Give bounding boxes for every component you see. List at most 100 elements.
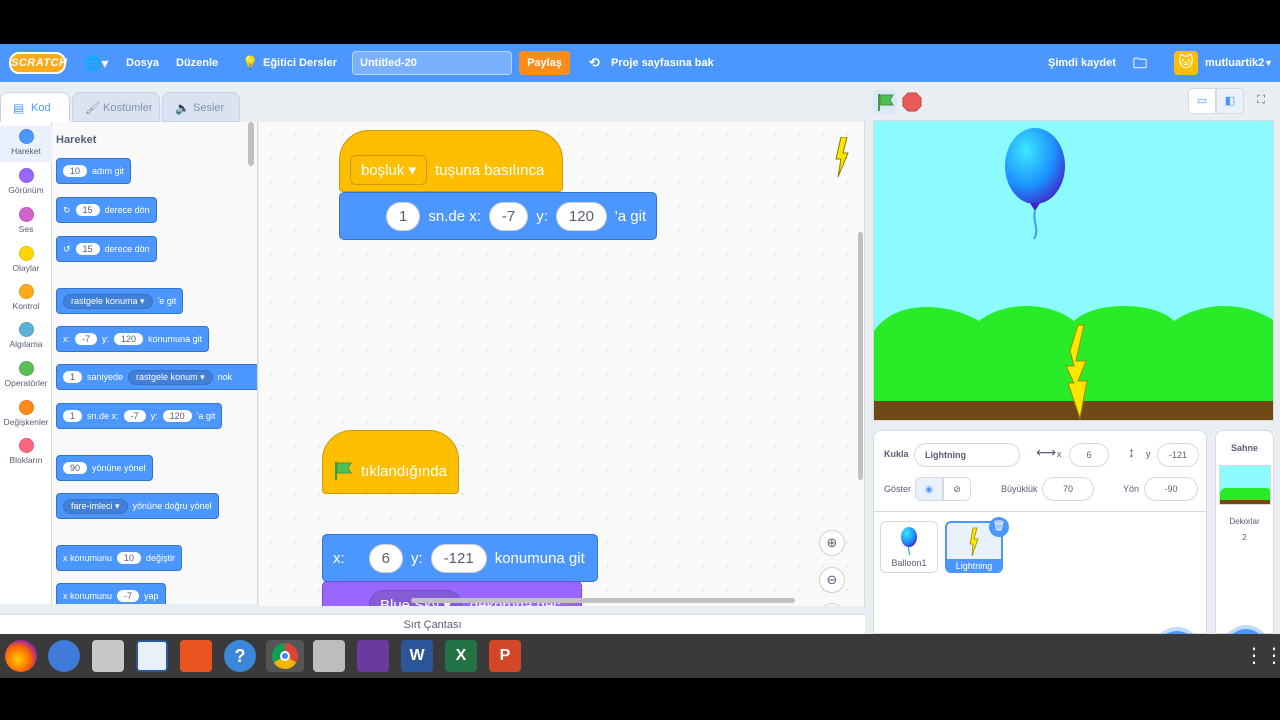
x-input[interactable]: -7 [117, 590, 140, 602]
chrome-taskbar-item[interactable] [266, 640, 304, 672]
y-input[interactable]: 120 [162, 410, 192, 422]
point-towards-dropdown[interactable]: fare-imleci ▾ [63, 498, 128, 514]
direction-input[interactable]: 90 [63, 462, 88, 474]
y-input[interactable]: -121 [430, 543, 487, 573]
zoom-in-button[interactable]: ⊕ [819, 530, 845, 556]
x-input[interactable]: 6 [368, 543, 404, 573]
zoom-out-button[interactable]: ⊖ [819, 567, 845, 593]
x-input[interactable]: -7 [75, 333, 98, 345]
degrees-input[interactable]: 15 [75, 243, 100, 255]
tab-code[interactable]: ▤ Kod [0, 92, 70, 122]
tutorials-menu[interactable]: Eğitici Dersler [263, 44, 337, 82]
edit-menu[interactable]: Düzenle [176, 44, 218, 82]
block-text: konumuna git [494, 549, 585, 567]
script-workspace[interactable]: boşluk ▾ tuşuna basılınca 1 sn.de x: -7 … [259, 122, 865, 606]
when-key-pressed-block[interactable]: boşluk ▾ tuşuna basılınca [339, 130, 563, 192]
direction-input[interactable]: -90 [1144, 477, 1198, 501]
language-globe-icon[interactable]: 🌐▾ [84, 44, 108, 82]
turn-left-block[interactable]: ↺ 15 derece dön [56, 236, 157, 262]
steps-input[interactable]: 10 [63, 165, 88, 177]
category-operators[interactable]: Operatörler [0, 361, 52, 388]
y-input[interactable]: 120 [555, 201, 607, 231]
x-input[interactable]: -7 [488, 201, 529, 231]
y-input[interactable]: 120 [114, 333, 144, 345]
key-dropdown[interactable]: boşluk ▾ [350, 155, 428, 185]
my-stuff-folder-icon[interactable]: 🗀 [1133, 44, 1147, 82]
software-center-icon[interactable] [180, 640, 212, 672]
go-to-block[interactable]: rastgele konuma ▾ 'e git [56, 288, 184, 314]
category-my-blocks[interactable]: Blokların [0, 438, 52, 465]
share-button[interactable]: Paylaş [519, 51, 570, 75]
backpack[interactable]: Sırt Çantası [0, 614, 865, 634]
zoom-reset-button[interactable]: = [819, 603, 845, 606]
word-icon[interactable]: W [401, 640, 433, 672]
category-events[interactable]: Olaylar [0, 246, 52, 273]
category-sensing[interactable]: Algılama [0, 322, 52, 349]
firefox-icon[interactable] [5, 640, 37, 672]
size-input[interactable]: 70 [1042, 477, 1094, 501]
x-input[interactable]: -7 [123, 410, 146, 422]
point-towards-block[interactable]: fare-imleci ▾ yönüne doğru yönel [56, 493, 219, 519]
category-looks[interactable]: Görünüm [0, 168, 52, 195]
glide-xy-block[interactable]: 1 sn.de x: -7 y: 120 'a git [56, 403, 223, 429]
tab-costumes[interactable]: 🖌 Kostümler [72, 92, 160, 122]
set-x-block[interactable]: x konumunu -7 yap [56, 583, 166, 604]
account-chevron-down-icon[interactable]: ▼ [1264, 44, 1273, 82]
go-to-target-dropdown[interactable]: rastgele konuma ▾ [63, 293, 153, 309]
glide-xy-block[interactable]: 1 sn.de x: -7 y: 120 'a git [339, 192, 657, 240]
project-title-input[interactable]: Untitled-20 [352, 51, 512, 75]
file-menu[interactable]: Dosya [126, 44, 159, 82]
backdrop-thumbnail[interactable] [1218, 465, 1271, 505]
avatar[interactable]: 🐱 [1174, 51, 1198, 75]
seconds-input[interactable]: 1 [63, 410, 83, 422]
camera-icon[interactable] [313, 640, 345, 672]
change-x-block[interactable]: x konumunu 10 değiştir [56, 545, 183, 571]
category-variables[interactable]: Değişkenler [0, 400, 52, 427]
seconds-input[interactable]: 1 [63, 371, 83, 383]
scratch-logo[interactable]: SCRATCH [9, 52, 67, 74]
show-hidden-button[interactable]: ⊘ [943, 477, 971, 501]
green-flag-button[interactable] [873, 90, 897, 114]
category-motion[interactable]: Hareket [0, 126, 52, 162]
x-position-input[interactable]: 6 [1069, 443, 1109, 467]
turn-right-block[interactable]: ↻ 15 derece dön [56, 197, 157, 223]
stop-button[interactable] [900, 90, 924, 114]
small-stage-button[interactable]: ▭ [1188, 88, 1216, 114]
see-project-page-button[interactable]: Proje sayfasına bak [611, 44, 714, 82]
mail-icon[interactable] [48, 640, 80, 672]
show-visible-button[interactable]: ◉ [915, 477, 943, 501]
save-now-button[interactable]: Şimdi kaydet [1048, 44, 1116, 82]
help-icon[interactable]: ? [224, 640, 256, 672]
document-viewer-icon[interactable] [136, 640, 168, 672]
glide-to-block[interactable]: 1 saniyede rastgele konum ▾ nok [56, 364, 257, 390]
sprite-name-input[interactable]: Lightning [914, 443, 1020, 467]
category-control[interactable]: Kontrol [0, 284, 52, 311]
sprite-thumb-balloon[interactable]: Balloon1 [880, 521, 938, 573]
category-sound[interactable]: Ses [0, 207, 52, 234]
point-direction-block[interactable]: 90 yönüne yönel [56, 455, 153, 481]
palette-scrollbar[interactable] [248, 122, 254, 166]
delete-sprite-button[interactable]: 🗑 [989, 517, 1009, 537]
go-to-xy-block[interactable]: x: 6 y: -121 konumuna git [322, 534, 598, 582]
excel-icon[interactable]: X [445, 640, 477, 672]
seconds-input[interactable]: 1 [386, 201, 421, 231]
when-flag-clicked-block[interactable]: tıklandığında [322, 430, 459, 494]
file-manager-icon[interactable] [92, 640, 124, 672]
workspace-vertical-scrollbar[interactable] [858, 232, 863, 480]
normal-stage-button[interactable]: ◧ [1216, 88, 1244, 114]
degrees-input[interactable]: 15 [75, 204, 100, 216]
account-menu[interactable]: mutluartik2 [1205, 44, 1264, 82]
app-grid-icon[interactable]: ⋮⋮ [1244, 640, 1280, 672]
tab-sounds[interactable]: 🔈 Sesler [162, 92, 240, 122]
y-position-input[interactable]: -121 [1157, 443, 1199, 467]
presentation-icon[interactable]: P [489, 640, 521, 672]
video-icon[interactable] [357, 640, 389, 672]
glide-target-dropdown[interactable]: rastgele konum ▾ [128, 369, 213, 385]
move-steps-block[interactable]: 10 adım git [56, 158, 132, 184]
go-to-xy-block[interactable]: x: -7 y: 120 konumuna git [56, 326, 210, 352]
dx-input[interactable]: 10 [117, 552, 142, 564]
stage-panel[interactable]: Sahne Dekorlar 2 🖼 [1215, 430, 1274, 634]
fullscreen-button[interactable]: ⛶ [1247, 88, 1275, 114]
stage-canvas[interactable] [873, 120, 1274, 421]
workspace-horizontal-scrollbar[interactable] [411, 598, 795, 603]
